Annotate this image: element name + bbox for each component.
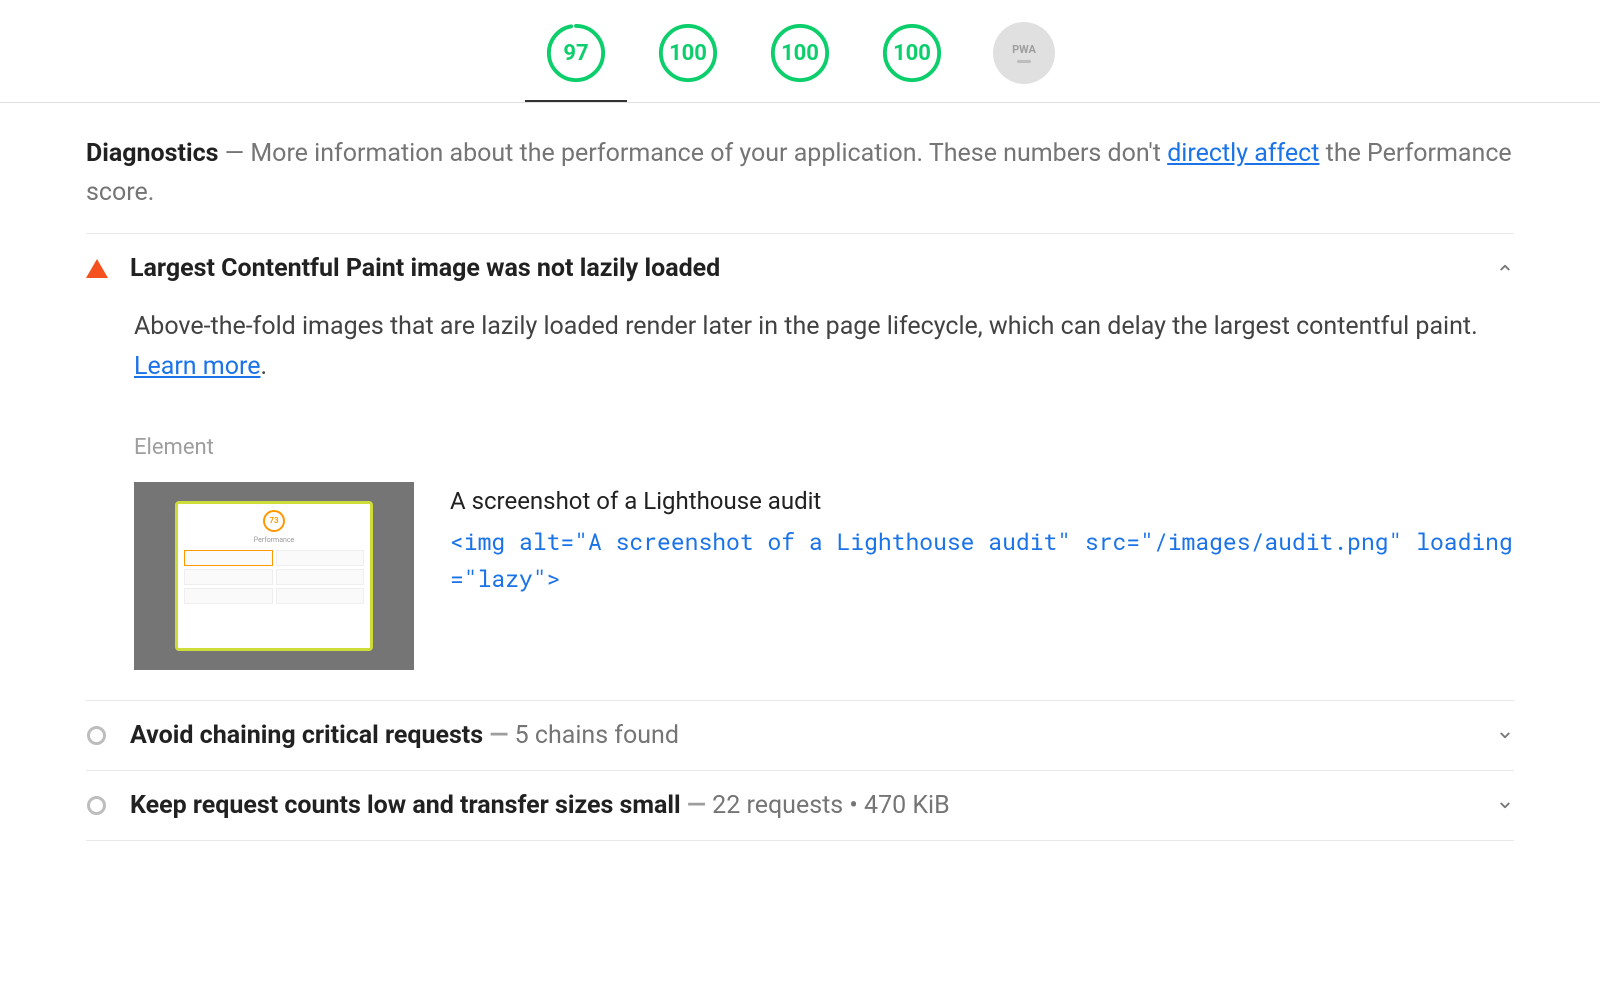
audit-chaining-requests: Avoid chaining critical requests — 5 cha… xyxy=(86,701,1514,771)
gauge-seo[interactable]: 100 xyxy=(881,22,943,84)
audit-title: Keep request counts low and transfer siz… xyxy=(130,791,1474,820)
audit-toggle[interactable]: Keep request counts low and transfer siz… xyxy=(86,791,1514,820)
content: Diagnostics — More information about the… xyxy=(0,103,1600,881)
element-row: 73 Performance A screenshot of a xyxy=(134,482,1514,670)
audit-toggle[interactable]: Avoid chaining critical requests — 5 cha… xyxy=(86,721,1514,750)
gauge-best-practices[interactable]: 100 xyxy=(769,22,831,84)
pwa-label: PWA xyxy=(1012,43,1036,56)
score-header: 97 100 100 100 PWA xyxy=(0,0,1600,103)
gauge-score: 100 xyxy=(781,41,819,66)
element-caption: A screenshot of a Lighthouse audit xyxy=(450,482,1514,520)
warning-triangle-icon xyxy=(86,259,108,278)
chevron-down-icon xyxy=(1496,726,1514,744)
gauge-accessibility[interactable]: 100 xyxy=(657,22,719,84)
gauge-pwa[interactable]: PWA xyxy=(993,22,1055,84)
audit-title: Avoid chaining critical requests — 5 cha… xyxy=(130,721,1474,750)
thumb-perf-label: Performance xyxy=(184,536,364,544)
diagnostics-title: Diagnostics xyxy=(86,139,218,168)
audit-subtext: 5 chains found xyxy=(515,721,679,750)
directly-affect-link[interactable]: directly affect xyxy=(1167,139,1319,168)
audit-lcp-lazy: Largest Contentful Paint image was not l… xyxy=(86,234,1514,701)
gauge-score: 100 xyxy=(669,41,707,66)
audit-request-counts: Keep request counts low and transfer siz… xyxy=(86,771,1514,841)
element-thumbnail: 73 Performance xyxy=(134,482,414,670)
dash: — xyxy=(218,139,250,168)
audit-title: Largest Contentful Paint image was not l… xyxy=(130,254,1474,283)
info-circle-icon xyxy=(87,726,106,745)
diagnostics-heading: Diagnostics — More information about the… xyxy=(86,135,1514,234)
audit-subtext: 22 requests • 470 KiB xyxy=(712,791,950,820)
element-code: <img alt="A screenshot of a Lighthouse a… xyxy=(450,524,1514,598)
audit-toggle[interactable]: Largest Contentful Paint image was not l… xyxy=(86,254,1514,283)
chevron-down-icon xyxy=(1496,796,1514,814)
chevron-up-icon xyxy=(1496,259,1514,277)
gauge-score: 100 xyxy=(893,41,931,66)
element-label: Element xyxy=(134,435,1514,460)
gauge-performance-wrap[interactable]: 97 xyxy=(545,22,607,84)
audit-description: Above-the-fold images that are lazily lo… xyxy=(134,307,1514,387)
diagnostics-desc-1: More information about the performance o… xyxy=(250,139,1167,168)
gauge-score: 97 xyxy=(563,41,588,66)
element-detail: A screenshot of a Lighthouse audit <img … xyxy=(450,482,1514,598)
info-circle-icon xyxy=(87,796,106,815)
audit-body: Above-the-fold images that are lazily lo… xyxy=(86,283,1514,680)
gauge-performance: 97 xyxy=(545,22,607,84)
learn-more-link[interactable]: Learn more xyxy=(134,352,260,381)
thumb-score-circle: 73 xyxy=(263,510,285,532)
pwa-bar-icon xyxy=(1017,60,1031,63)
